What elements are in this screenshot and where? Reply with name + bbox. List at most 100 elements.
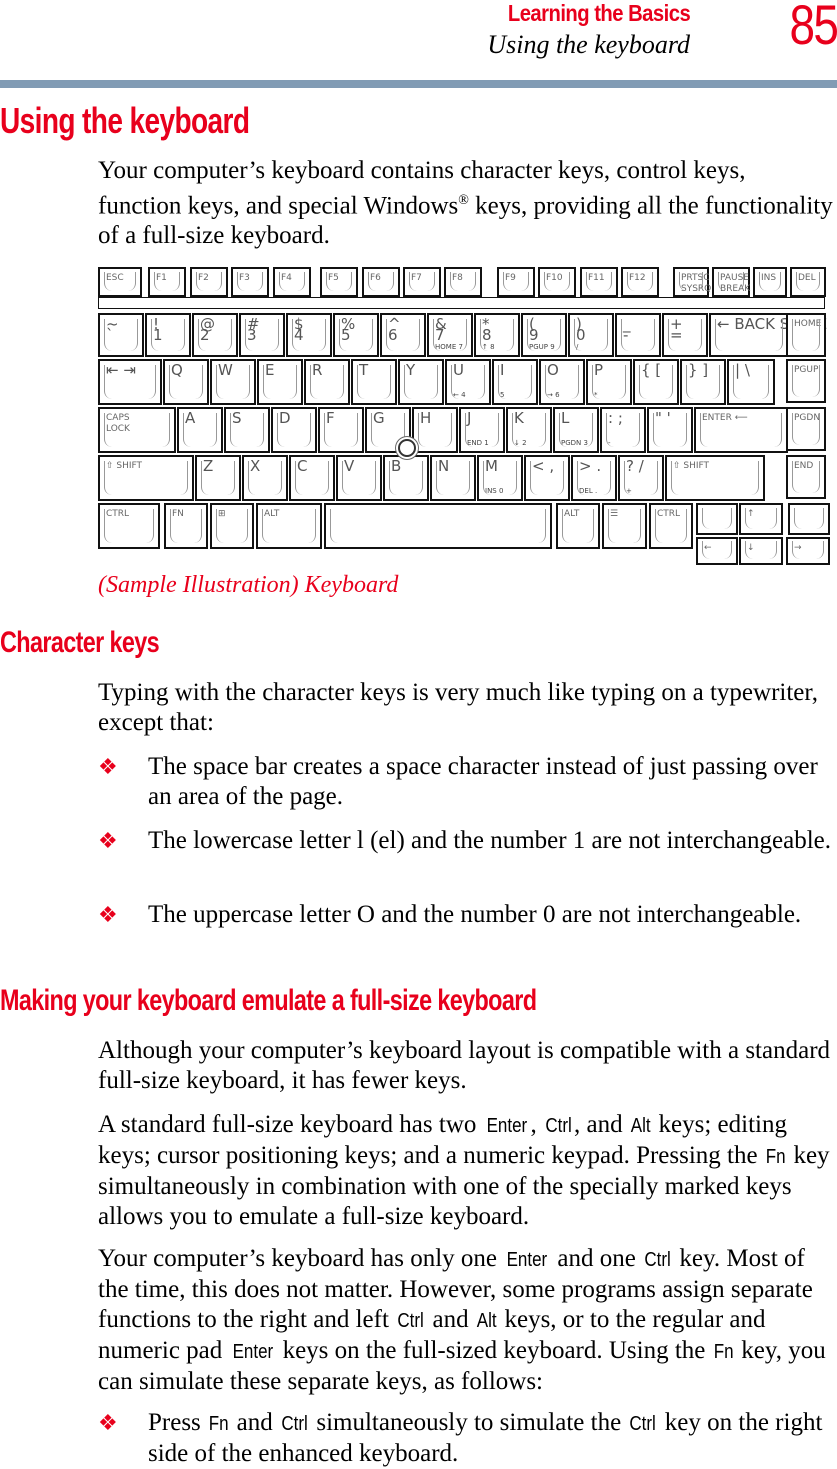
key-label: ( 9 xyxy=(529,315,539,344)
key-qwerty-row: { [ xyxy=(633,359,679,405)
bullet-diamond-icon: ❖ xyxy=(98,902,118,927)
key-label: ⇤ ⇥ xyxy=(106,361,136,379)
key-label: ! 1 xyxy=(153,315,163,344)
key-home-row: F xyxy=(318,407,364,453)
emulate-paragraph-1: Although your computer’s keyboard layout… xyxy=(98,1037,831,1094)
key-label: F9 xyxy=(505,273,516,283)
key-label: → xyxy=(794,543,802,553)
key-arrow-up: ↑ xyxy=(739,503,783,535)
section-heading-emulate: Making your keyboard emulate a full-size… xyxy=(0,984,537,1017)
key-label: ⇧ SHIFT xyxy=(106,461,143,471)
key-home-row: A xyxy=(177,407,223,453)
key-label: O xyxy=(547,361,559,379)
key-home-row: D xyxy=(271,407,317,453)
key-label: F8 xyxy=(452,273,463,283)
figure-caption: (Sample Illustration) Keyboard xyxy=(98,572,399,598)
key-label: U xyxy=(453,361,464,379)
key-label: G xyxy=(373,409,385,427)
key-label: Z xyxy=(203,457,214,475)
key-label: B xyxy=(391,457,402,475)
key-number-row: % 5 xyxy=(333,313,379,357)
indicator-strip xyxy=(98,297,825,309)
key-label: M xyxy=(485,457,498,475)
key-label: FN xyxy=(172,509,184,519)
key-label: PRTSC SYSRQ xyxy=(681,273,712,294)
text-span: Alt xyxy=(476,1310,497,1332)
key-number-row: @ 2 xyxy=(192,313,238,357)
key-qwerty-row: Q xyxy=(163,359,209,405)
key-label: DEL xyxy=(798,273,816,283)
key-label: A xyxy=(185,409,196,427)
key-shift-row: N xyxy=(430,455,476,501)
key-label: F7 xyxy=(411,273,422,283)
key-sublabel: ↓ 2 xyxy=(514,439,527,447)
key-label: ENTER ⟵ xyxy=(702,413,748,423)
key-qwerty-row: Y xyxy=(398,359,444,405)
character-keys-intro: Typing with the character keys is very m… xyxy=(98,679,818,736)
key-home-row: ENTER ⟵ xyxy=(694,407,788,453)
key-f3: F3 xyxy=(231,267,269,297)
key-f9: F9 xyxy=(497,267,535,297)
key-label: I xyxy=(500,361,505,379)
key-pgdn: PGDN xyxy=(786,407,826,451)
key-label: ☰ xyxy=(610,509,619,519)
list-item: ❖ The lowercase letter l (el) and the num… xyxy=(98,826,833,856)
key-qwerty-row: W xyxy=(210,359,256,405)
key-shift-row: C xyxy=(289,455,335,501)
text-span: Press xyxy=(148,1409,208,1436)
key-label: J xyxy=(467,409,472,427)
key-f6: F6 xyxy=(362,267,400,297)
key-label: F11 xyxy=(588,273,605,283)
key-sublabel: 5 xyxy=(500,391,505,399)
key-shift-row: > . DEL . xyxy=(571,455,617,501)
key-esc: ESC xyxy=(98,267,142,297)
key-label: ← xyxy=(704,543,712,553)
key-f7: F7 xyxy=(403,267,441,297)
key-label: & 7 xyxy=(435,315,447,344)
key-bottom-row: ALT xyxy=(556,503,600,549)
key-label: N xyxy=(438,457,450,475)
key-label: E xyxy=(265,361,275,379)
key-f5: F5 xyxy=(320,267,358,297)
bullet-diamond-icon: ❖ xyxy=(98,1410,118,1435)
key-f12: F12 xyxy=(621,267,659,297)
key-arrow-down: ↓ xyxy=(739,537,783,565)
key-arrow-right: → xyxy=(786,537,830,565)
key-qwerty-row: O → 6 xyxy=(539,359,585,405)
keyboard-illustration: ESC F1 F2 F3 F4 F5 F6 F7 F8 F9 F10 F11 F12 PRTSC SYSR… xyxy=(98,265,833,565)
key-shift-row: ⇧ SHIFT xyxy=(98,455,194,501)
key-label: C xyxy=(297,457,308,475)
key-shift-row: ? / + xyxy=(618,455,664,501)
key-shift-row: Z xyxy=(195,455,241,501)
key-qwerty-row: R xyxy=(304,359,350,405)
key-bottom-row: ⊞ xyxy=(210,503,254,549)
key-number-row: ^ 6 xyxy=(380,313,426,357)
key-bottom-row: FN xyxy=(164,503,208,549)
key-label: F4 xyxy=(281,273,292,283)
key-label: PGDN xyxy=(794,413,821,423)
key-label: { [ xyxy=(641,361,662,379)
key-sublabel: / xyxy=(576,343,579,351)
key-label: $ 4 xyxy=(294,315,304,344)
key-sublabel: + xyxy=(626,487,632,495)
key-label: @ 2 xyxy=(200,315,215,344)
text-span: Fn xyxy=(765,1146,786,1168)
key-f8: F8 xyxy=(444,267,482,297)
text-span: and one xyxy=(551,1245,643,1272)
key-label: Y xyxy=(406,361,416,379)
key-number-row: ) 0/ xyxy=(568,313,614,357)
key-qwerty-row: P * xyxy=(586,359,632,405)
key-bottom-row: ALT xyxy=(256,503,322,549)
key-qwerty-row: I5 xyxy=(492,359,538,405)
key-label: L xyxy=(561,409,570,427)
list-item: ❖ The space bar creates a space character… xyxy=(98,752,833,812)
text-span: Enter xyxy=(232,1341,273,1363)
key-label: F6 xyxy=(370,273,381,283)
key-prtsc: PRTSC SYSRQ xyxy=(673,267,712,297)
key-sublabel: HOME 7 xyxy=(435,343,463,351)
key-shift-row: ⇧ SHIFT xyxy=(665,455,765,501)
text-span: The space bar creates a space character … xyxy=(148,753,818,810)
text-span: A standard full-size keyboard has two xyxy=(98,1111,483,1138)
key-bottom-row: ☰ xyxy=(602,503,647,549)
list-item: ❖ Press Fn and Ctrl simultaneously to sim… xyxy=(98,1408,833,1469)
